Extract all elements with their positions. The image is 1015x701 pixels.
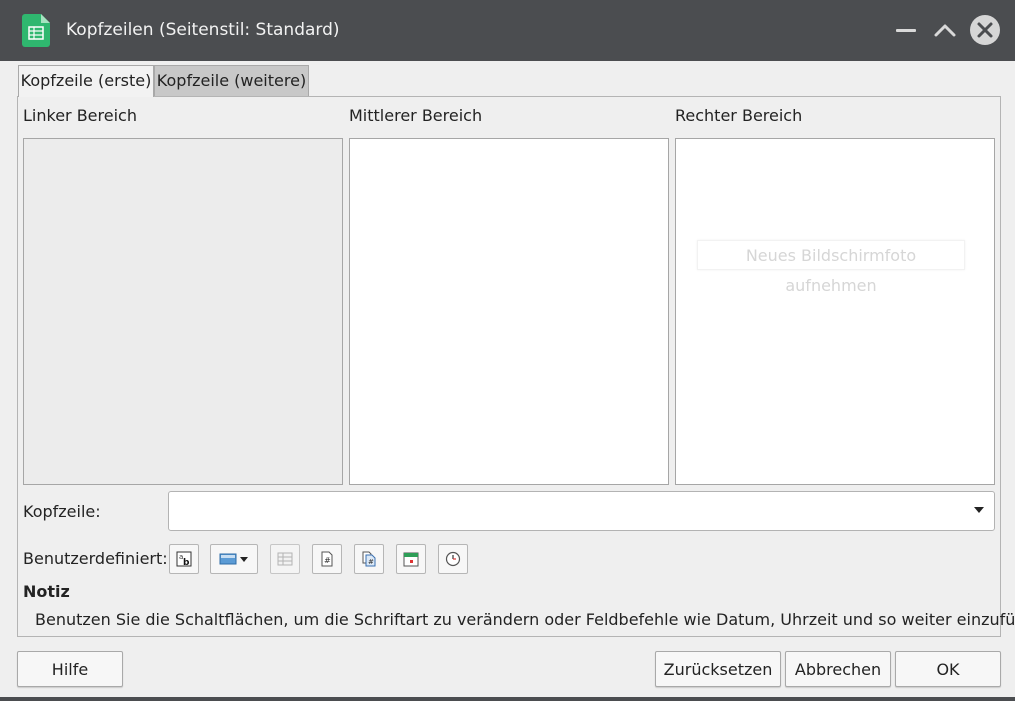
- tab-header-further[interactable]: Kopfzeile (weitere): [154, 65, 309, 96]
- page-number-button[interactable]: #: [312, 544, 342, 574]
- header-select[interactable]: [168, 491, 995, 531]
- time-icon: [445, 551, 461, 567]
- right-area-label: Rechter Bereich: [675, 106, 803, 125]
- date-button[interactable]: [396, 544, 426, 574]
- svg-text:#: #: [368, 558, 374, 566]
- custom-label: Benutzerdefiniert:: [23, 549, 168, 568]
- header-field-label: Kopfzeile:: [23, 502, 101, 521]
- spreadsheet-icon: [22, 14, 50, 47]
- window-bottom-border: [0, 697, 1015, 701]
- screenshot-hint-overlay: Neues Bildschirmfoto aufnehmen: [697, 240, 965, 295]
- note-text: Benutzen Sie die Schaltflächen, um die S…: [35, 610, 1015, 629]
- middle-area-label: Mittlerer Bereich: [349, 106, 483, 125]
- middle-area-editor[interactable]: [349, 138, 669, 485]
- svg-text:b: b: [183, 558, 190, 567]
- date-icon: [403, 552, 419, 567]
- left-area-label: Linker Bereich: [23, 106, 137, 125]
- title-bar: Kopfzeilen (Seitenstil: Standard): [0, 0, 1015, 61]
- minimize-icon[interactable]: [893, 18, 919, 44]
- reset-button[interactable]: Zurücksetzen: [655, 651, 781, 687]
- field-dropdown-button[interactable]: [210, 544, 258, 574]
- chevron-down-icon: [974, 507, 984, 513]
- window-title: Kopfzeilen (Seitenstil: Standard): [66, 20, 340, 40]
- page-count-icon: #: [362, 551, 376, 567]
- text-attributes-icon: a b: [176, 551, 192, 567]
- close-icon[interactable]: [969, 14, 1001, 46]
- right-area-editor[interactable]: [675, 138, 995, 485]
- cancel-button[interactable]: Abbrechen: [785, 651, 891, 687]
- field-dropdown-icon: [219, 553, 248, 565]
- sheet-name-icon: [277, 552, 293, 566]
- help-button[interactable]: Hilfe: [17, 651, 123, 687]
- page-number-icon: #: [321, 551, 333, 567]
- text-attributes-button[interactable]: a b: [169, 544, 199, 574]
- ok-button[interactable]: OK: [895, 651, 1001, 687]
- tab-header-first[interactable]: Kopfzeile (erste): [18, 65, 154, 97]
- time-button[interactable]: [438, 544, 468, 574]
- page-count-button[interactable]: #: [354, 544, 384, 574]
- sheet-name-button[interactable]: [270, 544, 300, 574]
- svg-text:#: #: [324, 556, 331, 565]
- left-area-editor[interactable]: [23, 138, 343, 485]
- note-title: Notiz: [23, 582, 70, 601]
- maximize-icon[interactable]: [932, 18, 958, 44]
